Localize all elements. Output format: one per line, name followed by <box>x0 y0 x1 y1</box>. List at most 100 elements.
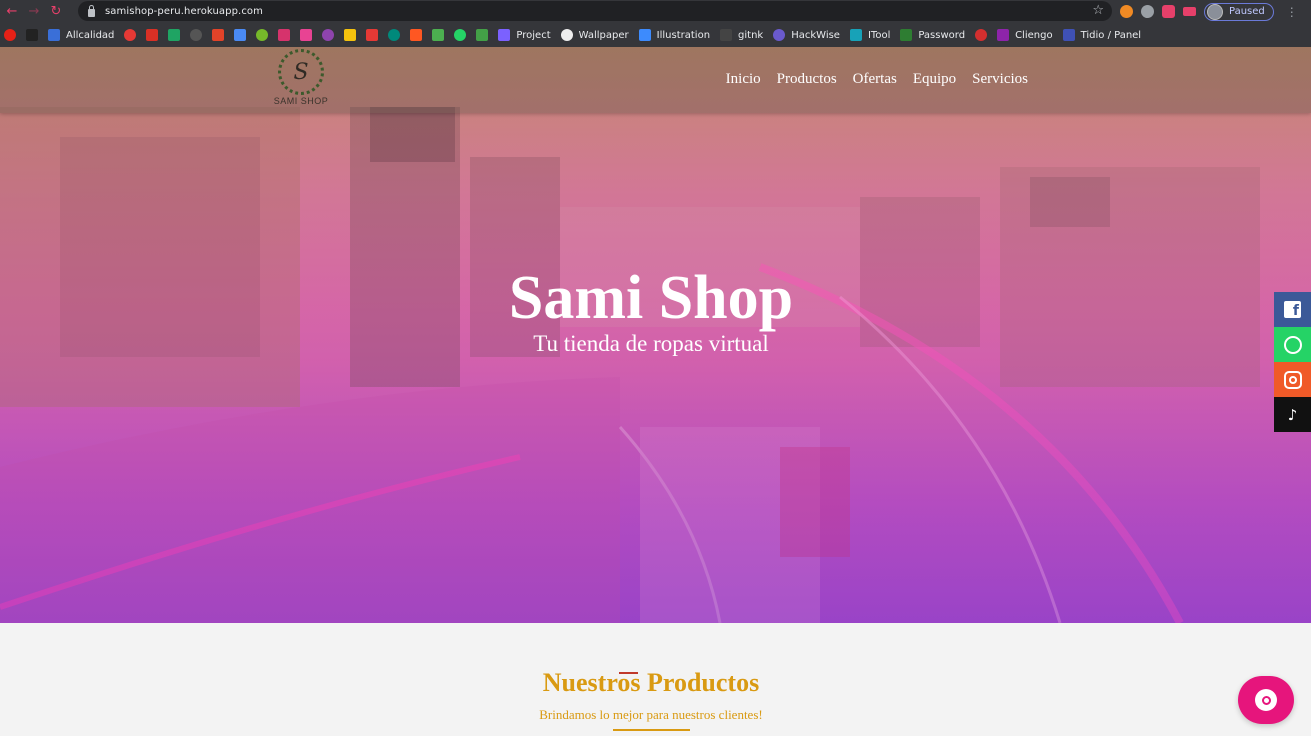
bookmark-item[interactable] <box>432 25 445 45</box>
bookmark-item[interactable]: Illustration <box>638 25 711 45</box>
bookmark-star-icon[interactable]: ☆ <box>1092 3 1104 18</box>
bookmark-item[interactable] <box>454 25 467 45</box>
bookmark-item[interactable]: Wallpaper <box>560 25 629 45</box>
nav-link-equipo[interactable]: Equipo <box>913 71 956 88</box>
profile-status: Paused <box>1229 6 1265 17</box>
bookmark-item[interactable] <box>366 25 379 45</box>
section-subtitle: Brindamos lo mejor para nuestros cliente… <box>539 707 763 722</box>
bookmark-favicon-icon <box>476 29 489 41</box>
profile-button[interactable]: Paused <box>1204 2 1274 21</box>
bookmark-label: Cliengo <box>1015 29 1053 41</box>
bookmark-favicon-icon <box>26 29 38 41</box>
bookmark-favicon-icon <box>124 29 137 41</box>
bookmark-favicon-icon <box>900 29 913 41</box>
bookmark-item[interactable] <box>190 25 203 45</box>
bookmark-label: HackWise <box>791 29 840 41</box>
bookmark-item[interactable]: gitnk <box>720 25 763 45</box>
logo-letter: S <box>293 59 309 85</box>
bookmark-item[interactable] <box>26 25 38 45</box>
reading-list-icon[interactable] <box>1183 7 1196 16</box>
instagram-icon <box>1283 370 1302 389</box>
nav-link-productos[interactable]: Productos <box>777 71 837 88</box>
bookmark-item[interactable] <box>146 25 159 45</box>
bookmark-favicon-icon <box>454 29 467 41</box>
menu-dots-icon[interactable]: ⋮ <box>1286 5 1298 19</box>
social-sidebar: f ♪ <box>1274 292 1311 432</box>
facebook-button[interactable]: f <box>1274 292 1311 327</box>
site-logo[interactable]: S SAMI SHOP <box>268 47 334 113</box>
chat-icon <box>1255 689 1277 711</box>
lock-icon <box>88 4 95 17</box>
bookmark-favicon-icon <box>975 29 988 41</box>
site-navbar: S SAMI SHOP Inicio Productos Ofertas Equ… <box>0 47 1311 113</box>
bookmark-favicon-icon <box>322 29 335 41</box>
address-bar[interactable]: samishop-peru.herokuapp.com ☆ <box>78 1 1112 21</box>
extension-icon[interactable] <box>1120 5 1133 18</box>
bookmark-item[interactable] <box>322 25 335 45</box>
bookmark-favicon-icon <box>190 29 203 41</box>
bookmark-label: Project <box>516 29 551 41</box>
bookmark-favicon-icon <box>1062 29 1075 41</box>
bookmark-favicon-icon <box>168 29 181 41</box>
puzzle-icon[interactable] <box>1162 5 1175 18</box>
bookmark-label: Illustration <box>656 29 711 41</box>
bookmark-favicon-icon <box>234 29 247 41</box>
bookmark-label: ITool <box>867 29 891 41</box>
bookmark-item[interactable]: ITool <box>849 25 891 45</box>
bookmark-item[interactable] <box>168 25 181 45</box>
bookmark-item[interactable]: Tidio / Panel <box>1062 25 1142 45</box>
bookmark-item[interactable]: Password <box>900 25 965 45</box>
bookmark-item[interactable]: HackWise <box>773 25 840 45</box>
bookmark-item[interactable] <box>476 25 489 45</box>
main-menu: Inicio Productos Ofertas Equipo Servicio… <box>726 71 1028 88</box>
bookmark-favicon-icon <box>300 29 313 41</box>
bookmark-favicon-icon <box>849 29 862 41</box>
bookmark-favicon-icon <box>720 29 733 41</box>
bookmark-label: Wallpaper <box>578 29 629 41</box>
extension-icon[interactable] <box>1141 5 1154 18</box>
bookmark-favicon-icon <box>344 29 357 41</box>
nav-link-servicios[interactable]: Servicios <box>972 71 1028 88</box>
bookmark-item[interactable] <box>388 25 401 45</box>
logo-wreath-icon: S <box>278 49 324 95</box>
bookmark-item[interactable]: Cliengo <box>997 25 1053 45</box>
bookmark-item[interactable]: Allcalidad <box>48 25 114 45</box>
bookmark-label: Tidio / Panel <box>1080 29 1142 41</box>
tiktok-icon: ♪ <box>1287 405 1298 424</box>
whatsapp-icon <box>1283 335 1302 354</box>
bookmark-favicon-icon <box>638 29 651 41</box>
bookmark-item[interactable]: Project <box>498 25 551 45</box>
hero-subtitle: Tu tienda de ropas virtual <box>533 331 769 356</box>
chat-widget-button[interactable] <box>1238 676 1294 724</box>
bookmark-item[interactable] <box>300 25 313 45</box>
forward-icon[interactable]: → <box>23 1 45 23</box>
bookmarks-bar: Allcalidad Project Wallpaper Illustration gi… <box>0 23 1311 47</box>
bookmark-favicon-icon <box>212 29 225 41</box>
instagram-button[interactable] <box>1274 362 1311 397</box>
bookmark-item[interactable] <box>410 25 423 45</box>
bookmark-favicon-icon <box>560 29 573 41</box>
bookmark-item[interactable] <box>256 25 269 45</box>
bookmark-item[interactable] <box>234 25 247 45</box>
bookmark-favicon-icon <box>278 29 291 41</box>
tiktok-button[interactable]: ♪ <box>1274 397 1311 432</box>
nav-link-inicio[interactable]: Inicio <box>726 71 761 88</box>
bookmark-item[interactable] <box>4 25 16 45</box>
bookmark-item[interactable] <box>278 25 291 45</box>
bookmark-label: gitnk <box>738 29 764 41</box>
bookmark-item[interactable] <box>212 25 225 45</box>
whatsapp-button[interactable] <box>1274 327 1311 362</box>
bookmark-item[interactable] <box>124 25 137 45</box>
bookmark-label: Password <box>918 29 966 41</box>
browser-toolbar: ← → ↻ samishop-peru.herokuapp.com ☆ Paus… <box>0 0 1311 23</box>
back-icon[interactable]: ← <box>1 1 23 23</box>
bookmark-item[interactable] <box>344 25 357 45</box>
facebook-icon: f <box>1284 301 1301 318</box>
bookmark-favicon-icon <box>410 29 423 41</box>
bookmark-label: Allcalidad <box>66 29 115 41</box>
reload-icon[interactable]: ↻ <box>45 1 67 23</box>
bookmark-item[interactable] <box>975 25 988 45</box>
hero-title: Sami Shop <box>508 264 794 332</box>
bookmark-favicon-icon <box>997 29 1010 41</box>
nav-link-ofertas[interactable]: Ofertas <box>853 71 897 88</box>
